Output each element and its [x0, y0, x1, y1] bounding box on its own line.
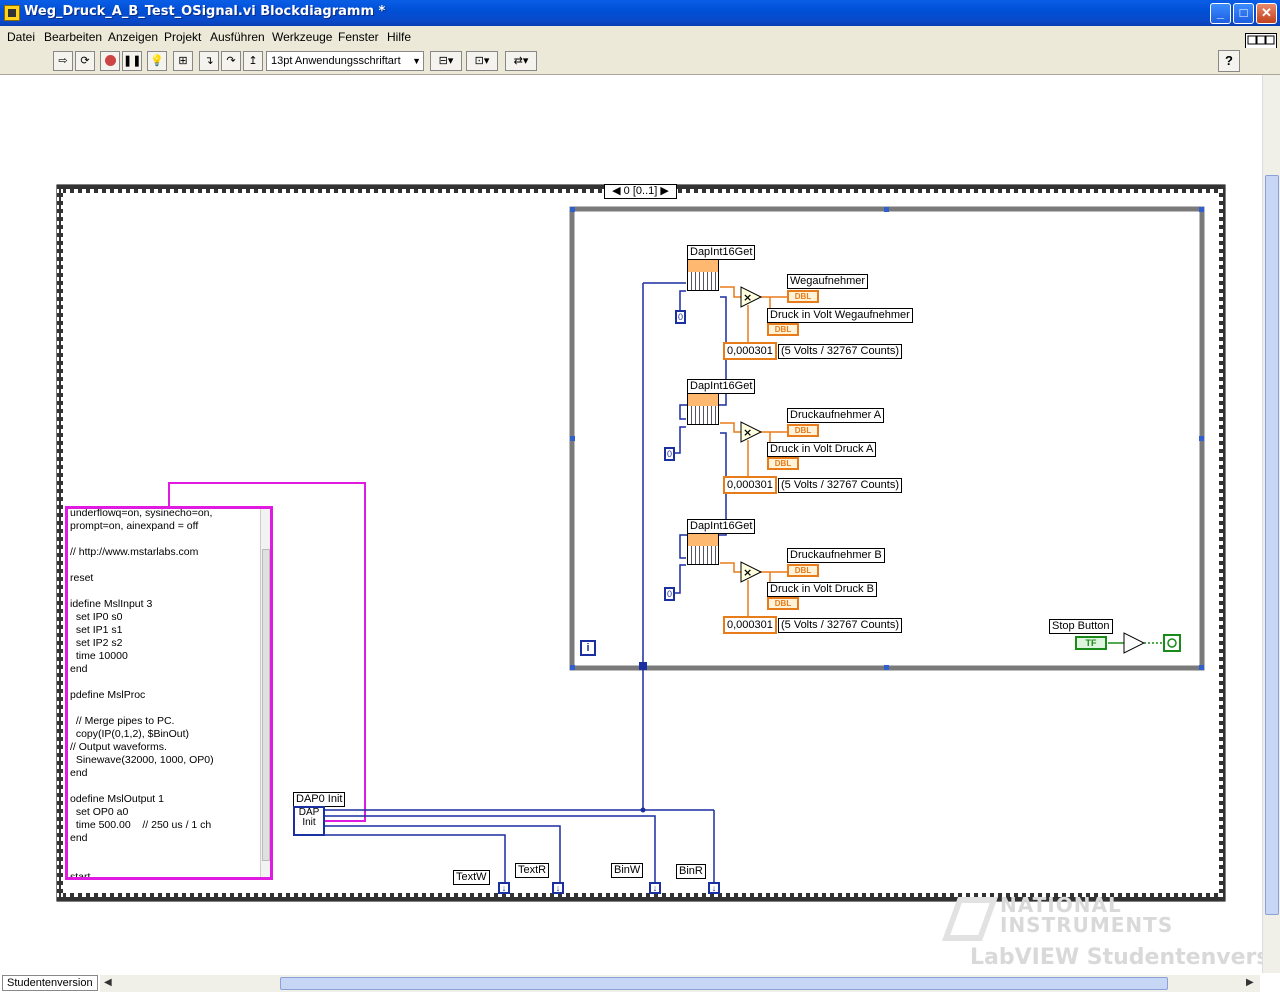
horizontal-scrollbar[interactable]: ◀ ▶ — [100, 975, 1260, 992]
ni-logo-line3: LabVIEW Studentenversion — [970, 945, 1280, 970]
ni-logo-line2: INSTRUMENTS — [1000, 913, 1174, 937]
sequence-frame-left — [57, 185, 63, 901]
dapint16get-node-2[interactable] — [687, 393, 719, 425]
textw-label: TextW — [453, 870, 490, 885]
dapint16get-node-3[interactable] — [687, 533, 719, 565]
factor-constant-2[interactable]: 0,000301 — [723, 476, 777, 494]
menu-hilfe[interactable]: Hilfe — [387, 30, 411, 44]
dbl-indicator-druckaufnehmer-a[interactable]: DBL — [787, 424, 819, 437]
not-node — [1123, 632, 1146, 654]
menu-ausfuehren[interactable]: Ausführen — [210, 30, 265, 44]
dapint16get-label-1: DapInt16Get — [687, 245, 756, 260]
menu-werkzeuge[interactable]: Werkzeuge — [272, 30, 332, 44]
factor-constant-1[interactable]: 0,000301 — [723, 342, 777, 360]
maximize-button[interactable]: □ — [1233, 3, 1254, 24]
dbl-indicator-volt-druck-b[interactable]: DBL — [767, 597, 799, 610]
student-version-label: Studentenversion — [2, 975, 98, 991]
sequence-frame-label: 0 [0..1] — [623, 185, 658, 197]
dbl-indicator-druckaufnehmer-b[interactable]: DBL — [787, 564, 819, 577]
sequence-right-icon[interactable]: ▶ — [660, 185, 668, 197]
index-constant-1[interactable]: 0 — [675, 310, 686, 324]
binw-label: BinW — [611, 863, 644, 878]
stop-button-label: Stop Button — [1049, 619, 1113, 634]
msl-script-constant[interactable]: underflowq=on, sysinecho=on, prompt=on, … — [65, 506, 273, 880]
indicator-label-wegaufnehmer: Wegaufnehmer — [787, 274, 869, 289]
volt-label-druck-a: Druck in Volt Druck A — [767, 442, 877, 457]
chevron-down-icon: ▼ — [412, 56, 421, 66]
reorder-icon[interactable]: ⇄▾ — [505, 51, 537, 71]
sequence-frame-selector[interactable]: ◀ 0 [0..1] ▶ — [604, 184, 677, 199]
dap-init-text: DAP Init — [298, 807, 320, 828]
index-constant-2[interactable]: 0 — [664, 447, 675, 461]
dbl-indicator-volt-druck-a[interactable]: DBL — [767, 457, 799, 470]
labview-app-icon[interactable] — [4, 5, 20, 21]
step-over-icon[interactable]: ↷ — [221, 51, 241, 71]
stop-button-terminal[interactable]: TF — [1075, 636, 1107, 650]
menu-anzeigen[interactable]: Anzeigen — [108, 30, 158, 44]
menu-fenster[interactable]: Fenster — [338, 30, 379, 44]
font-select[interactable]: 13pt Anwendungsschriftart ▼ — [266, 51, 424, 71]
run-arrow-icon[interactable]: ⇨ — [53, 51, 73, 71]
dapint16get-label-3: DapInt16Get — [687, 519, 756, 534]
horizontal-scroll-thumb[interactable] — [280, 977, 1168, 990]
title-bar: Weg_Druck_A_B_Test_OSignal.vi Blockdiagr… — [0, 0, 1280, 26]
minimize-button[interactable]: _ — [1210, 3, 1231, 24]
dapint16get-node-1[interactable] — [687, 259, 719, 291]
binr-label: BinR — [676, 864, 706, 879]
msl-script-text: underflowq=on, sysinecho=on, prompt=on, … — [70, 507, 214, 880]
svg-text:×: × — [743, 426, 752, 439]
retain-wire-values-icon[interactable]: ⊞ — [173, 51, 193, 71]
factor-comment-2: (5 Volts / 32767 Counts) — [778, 478, 903, 493]
toolbar: ⇨ ⟳ ❚❚ 💡 ⊞ ↴ ↷ ↥ 13pt Anwendungsschrifta… — [0, 48, 1280, 75]
volt-label-druck-b: Druck in Volt Druck B — [767, 582, 877, 597]
dapint16get-label-2: DapInt16Get — [687, 379, 756, 394]
svg-text:×: × — [743, 291, 752, 304]
indicator-label-druckaufnehmer-a: Druckaufnehmer A — [787, 408, 885, 423]
loop-iteration-terminal[interactable]: i — [580, 640, 596, 656]
distribute-objects-icon[interactable]: ⊡▾ — [466, 51, 498, 71]
menu-datei[interactable]: Datei — [7, 30, 35, 44]
menu-projekt[interactable]: Projekt — [164, 30, 201, 44]
script-scrollbar[interactable] — [260, 509, 270, 877]
sequence-left-icon[interactable]: ◀ — [612, 185, 620, 197]
highlight-execution-icon[interactable]: 💡 — [147, 51, 167, 71]
script-scroll-thumb[interactable] — [262, 549, 270, 861]
volt-label-wegaufnehmer: Druck in Volt Wegaufnehmer — [767, 308, 913, 323]
menu-bar: Datei Bearbeiten Anzeigen Projekt Ausfüh… — [0, 26, 1280, 48]
help-button[interactable]: ? — [1218, 50, 1240, 72]
step-into-icon[interactable]: ↴ — [199, 51, 219, 71]
indicator-label-druckaufnehmer-b: Druckaufnehmer B — [787, 548, 885, 563]
factor-comment-1: (5 Volts / 32767 Counts) — [778, 344, 903, 359]
font-select-value: 13pt Anwendungsschriftart — [271, 55, 401, 67]
dbl-indicator-wegaufnehmer[interactable]: DBL — [787, 290, 819, 303]
factor-constant-3[interactable]: 0,000301 — [723, 616, 777, 634]
menu-bearbeiten[interactable]: Bearbeiten — [44, 30, 102, 44]
abort-icon[interactable] — [100, 51, 120, 71]
textr-terminal[interactable]: ↓ — [552, 882, 564, 894]
align-objects-icon[interactable]: ⊟▾ — [430, 51, 462, 71]
dbl-indicator-volt-wegaufnehmer[interactable]: DBL — [767, 323, 799, 336]
index-constant-3[interactable]: 0 — [664, 587, 675, 601]
svg-text:×: × — [743, 566, 752, 579]
sequence-frame-right — [1219, 185, 1225, 901]
scroll-left-icon[interactable]: ◀ — [104, 977, 112, 988]
step-out-icon[interactable]: ↥ — [243, 51, 263, 71]
dap-init-node[interactable]: DAP Init — [293, 806, 325, 836]
run-continuously-icon[interactable]: ⟳ — [75, 51, 95, 71]
dap-init-label: DAP0 Init — [293, 792, 346, 807]
factor-comment-3: (5 Volts / 32767 Counts) — [778, 618, 903, 633]
binw-terminal[interactable]: ↓ — [649, 882, 661, 894]
vertical-scroll-thumb[interactable] — [1265, 175, 1279, 915]
pause-icon[interactable]: ❚❚ — [122, 51, 142, 71]
binr-terminal[interactable]: ↓ — [708, 882, 720, 894]
textw-terminal[interactable]: ↓ — [498, 882, 510, 894]
scroll-right-icon[interactable]: ▶ — [1246, 977, 1254, 988]
vertical-scrollbar[interactable] — [1262, 75, 1280, 973]
stop-condition-icon — [1163, 634, 1181, 652]
close-button[interactable]: ✕ — [1256, 3, 1277, 24]
textr-label: TextR — [515, 863, 550, 878]
window-title: Weg_Druck_A_B_Test_OSignal.vi Blockdiagr… — [24, 4, 386, 19]
